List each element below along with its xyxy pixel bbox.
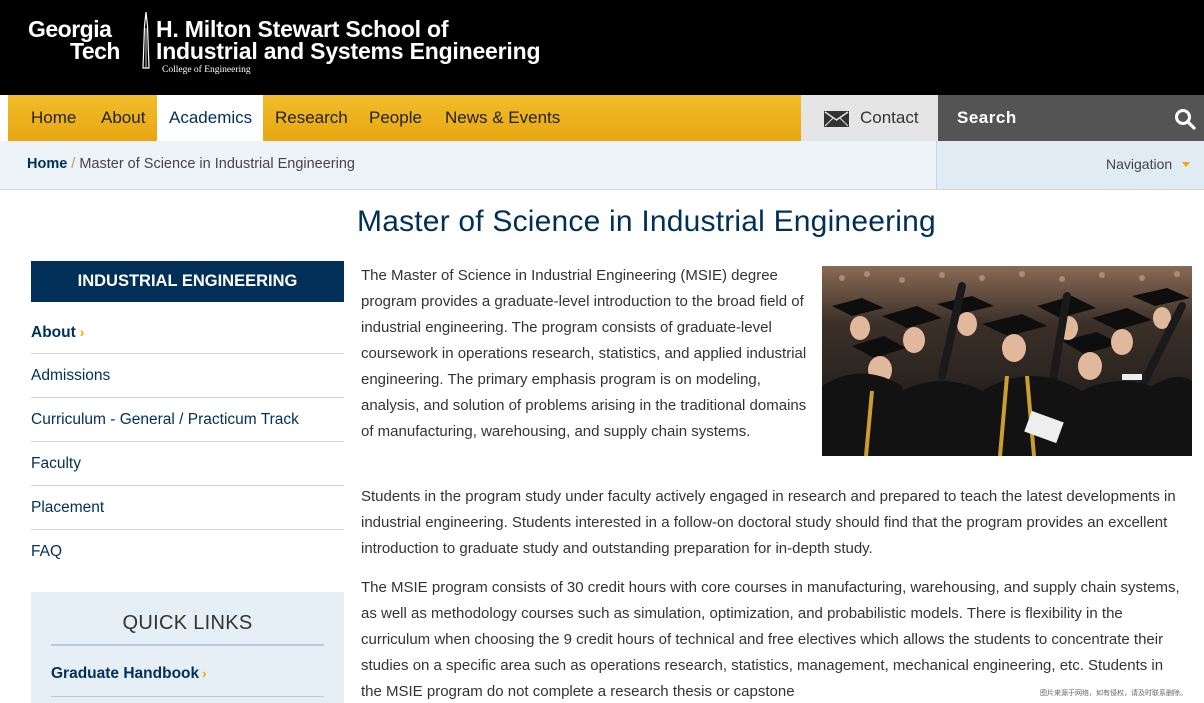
breadcrumb-current: Master of Science in Industrial Engineer… [79, 156, 355, 172]
nav-item-people[interactable]: People [357, 95, 434, 141]
nav-item-academics[interactable]: Academics [157, 95, 263, 141]
navigation-label: Navigation [1106, 156, 1173, 172]
school-name[interactable]: H. Milton Stewart School of Industrial a… [156, 18, 541, 64]
sidebar-item-about[interactable]: About › [31, 310, 344, 354]
breadcrumb-bar: Home / Master of Science in Industrial Eng… [0, 141, 1204, 190]
main-nav: Home About Academics Research People New… [0, 95, 1204, 141]
nav-item-home[interactable]: Home [19, 95, 88, 141]
sidebar-item-faculty[interactable]: Faculty [31, 442, 344, 486]
navigation-dropdown[interactable]: Navigation [936, 141, 1204, 189]
school-name-line2: Industrial and Systems Engineering [156, 38, 541, 64]
nav-menu: Home About Academics Research People New… [8, 95, 801, 141]
quick-link-graduate-handbook[interactable]: Graduate Handbook › [51, 665, 206, 683]
page-title: Master of Science in Industrial Engineer… [357, 205, 936, 238]
contact-label: Contact [860, 108, 919, 127]
divider [51, 696, 324, 697]
envelope-icon [824, 111, 849, 127]
sidebar-item-label: About [31, 324, 76, 341]
graduation-crowd-image [822, 266, 1192, 456]
search-label: Search [957, 108, 1017, 127]
tech-tower-spire-icon [142, 12, 150, 69]
breadcrumb-separator: / [71, 156, 76, 172]
graduates-photo [822, 266, 1192, 456]
quick-links-title: QUICK LINKS [122, 612, 253, 634]
nav-left-strip [0, 95, 8, 141]
search-icon[interactable] [1174, 108, 1196, 130]
contact-button[interactable]: Contact [801, 95, 938, 141]
sidebar-heading: INDUSTRIAL ENGINEERING [31, 261, 344, 302]
quick-links-panel: QUICK LINKS Graduate Handbook › [31, 592, 344, 703]
logo-gt-line2: Tech [70, 38, 120, 64]
sidebar-menu: About › Admissions Curriculum - General /… [31, 310, 344, 574]
sidebar-item-admissions[interactable]: Admissions [31, 354, 344, 398]
nav-item-research[interactable]: Research [263, 95, 360, 141]
sidebar-item-faq[interactable]: FAQ [31, 530, 344, 574]
college-label: College of Engineering [162, 65, 251, 75]
georgia-tech-logo[interactable]: Georgia Tech [28, 18, 120, 64]
sidebar-item-curriculum[interactable]: Curriculum - General / Practicum Track [31, 398, 344, 442]
nav-item-about[interactable]: About [89, 95, 157, 141]
intro-paragraph: The Master of Science in Industrial Engi… [361, 267, 807, 440]
breadcrumb-home[interactable]: Home [27, 156, 67, 172]
body-paragraph: The MSIE program consists of 30 credit h… [361, 579, 1180, 700]
sidebar-item-placement[interactable]: Placement [31, 486, 344, 530]
chevron-right-icon: › [202, 666, 207, 681]
breadcrumb: Home / Master of Science in Industrial Eng… [27, 141, 355, 188]
watermark-text: 图片来源于网络，如有侵权，请及时联系删除。 [1040, 690, 1187, 697]
quick-link-label: Graduate Handbook [51, 665, 200, 682]
nav-item-news-events[interactable]: News & Events [433, 95, 572, 141]
body-paragraph: Students in the program study under facu… [361, 488, 1176, 557]
chevron-right-icon: › [79, 324, 85, 340]
search-box[interactable]: Search [938, 95, 1204, 141]
caret-down-icon [1182, 162, 1190, 167]
divider [51, 644, 324, 646]
site-header: Georgia Tech H. Milton Stewart School of… [0, 0, 1204, 95]
